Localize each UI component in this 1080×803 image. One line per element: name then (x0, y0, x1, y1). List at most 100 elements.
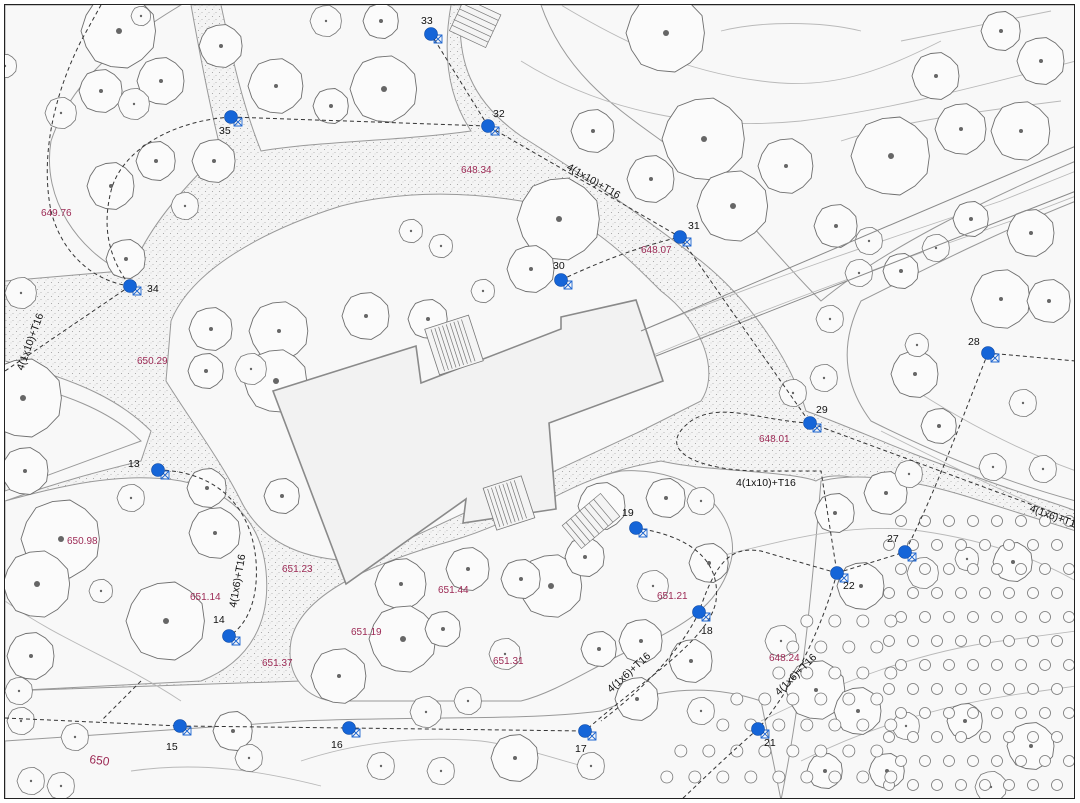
tree-icon (470, 278, 495, 304)
tree-icon (920, 408, 957, 444)
pole-marker-icon[interactable] (554, 273, 568, 287)
tree-icon (980, 11, 1021, 51)
shrub-icon (884, 666, 898, 680)
shrub-icon (786, 744, 800, 758)
shrub-icon (856, 614, 870, 628)
shrub-icon (919, 515, 931, 527)
tree-icon (809, 363, 838, 393)
pole-marker-icon[interactable] (342, 721, 356, 735)
tree-icon (576, 751, 605, 781)
pole-marker-icon[interactable] (222, 629, 236, 643)
shrub-icon (979, 779, 991, 791)
tree-icon (500, 559, 541, 599)
pole-marker-icon[interactable] (578, 724, 592, 738)
tree-icon (686, 486, 715, 516)
tree-icon (310, 648, 367, 704)
shrub-icon (674, 744, 688, 758)
pole-marker-icon[interactable] (981, 346, 995, 360)
pole-label: 18 (701, 625, 713, 637)
tree-icon (686, 696, 715, 726)
shrub-icon (1015, 707, 1027, 719)
pole-marker-icon[interactable] (673, 230, 687, 244)
tree-icon (445, 547, 490, 591)
shrub-icon (979, 539, 991, 551)
shrub-icon (991, 755, 1003, 767)
pole-label: 13 (128, 458, 140, 470)
tree-icon (815, 304, 844, 334)
shrub-icon (991, 659, 1003, 671)
pole-31[interactable]: 31 (673, 220, 700, 247)
pole-marker-icon[interactable] (173, 719, 187, 733)
tree-icon (882, 253, 919, 289)
tree-icon (6, 632, 55, 680)
tree-icon (952, 201, 989, 237)
shrub-icon (1027, 539, 1039, 551)
shrub-icon (1027, 683, 1039, 695)
shrub-icon (931, 731, 943, 743)
tree-icon (341, 292, 390, 340)
pole-marker-icon[interactable] (123, 279, 137, 293)
shrub-icon (895, 707, 907, 719)
tree-icon (198, 24, 243, 68)
shrub-icon (931, 683, 943, 695)
shrub-icon (842, 744, 856, 758)
elevation-label: 650 (89, 752, 111, 769)
pole-marker-icon[interactable] (803, 416, 817, 430)
pole-marker-icon[interactable] (629, 521, 643, 535)
tree-icon (135, 141, 176, 181)
tree-icon (5, 676, 33, 706)
tree-icon (78, 69, 123, 113)
tree-icon (117, 87, 150, 121)
tree-icon (426, 756, 455, 786)
shrub-icon (955, 683, 967, 695)
pole-marker-icon[interactable] (692, 605, 706, 619)
shrub-icon (979, 731, 991, 743)
pole-marker-icon[interactable] (481, 119, 495, 133)
shrub-icon (1039, 563, 1051, 575)
shrub-icon (730, 692, 744, 706)
shrub-icon (1003, 683, 1015, 695)
tree-icon (362, 5, 399, 39)
shrub-icon (907, 587, 919, 599)
elevation-label: 651.23 (282, 564, 313, 575)
shrub-icon (1051, 539, 1063, 551)
pole-marker-icon[interactable] (151, 463, 165, 477)
elevation-label: 650.29 (137, 356, 168, 367)
tree-icon (1026, 279, 1071, 323)
shrub-icon (856, 718, 870, 732)
pole-label: 27 (887, 533, 899, 545)
tree-icon (814, 493, 855, 533)
shrub-icon (688, 770, 702, 784)
shrub-icon (1039, 707, 1051, 719)
pole-marker-icon[interactable] (424, 27, 438, 41)
shrub-icon (1039, 659, 1051, 671)
elevation-label: 651.44 (438, 585, 469, 596)
shrub-icon (1015, 659, 1027, 671)
shrub-icon (967, 707, 979, 719)
tree-icon (263, 478, 300, 514)
tree-icon (44, 96, 77, 130)
elevation-label: 648.07 (641, 245, 672, 256)
tree-icon (1016, 37, 1065, 85)
pole-18[interactable]: 18 (692, 605, 713, 638)
shrub-icon (931, 539, 943, 551)
tree-icon (904, 332, 929, 358)
shrub-icon (856, 770, 870, 784)
pole-label: 28 (968, 336, 980, 348)
pole-marker-icon[interactable] (830, 566, 844, 580)
shrub-icon (931, 779, 943, 791)
shrub-icon (967, 755, 979, 767)
tree-icon (490, 734, 539, 782)
site-plan-map[interactable]: 13 14 15 16 17 18 19 21 22 27 28 29 30 31 32 33 34 35 648… (4, 4, 1075, 799)
pole-marker-icon[interactable] (224, 110, 238, 124)
shrub-icon (943, 611, 955, 623)
elevation-label: 648.24 (769, 653, 800, 664)
shrub-icon (1063, 611, 1074, 623)
shrub-icon (883, 731, 895, 743)
shrub-icon (1063, 707, 1074, 719)
pole-marker-icon[interactable] (898, 545, 912, 559)
shrub-icon (1027, 731, 1039, 743)
tree-icon (978, 452, 1007, 482)
shrub-icon (842, 640, 856, 654)
pole-marker-icon[interactable] (751, 722, 765, 736)
